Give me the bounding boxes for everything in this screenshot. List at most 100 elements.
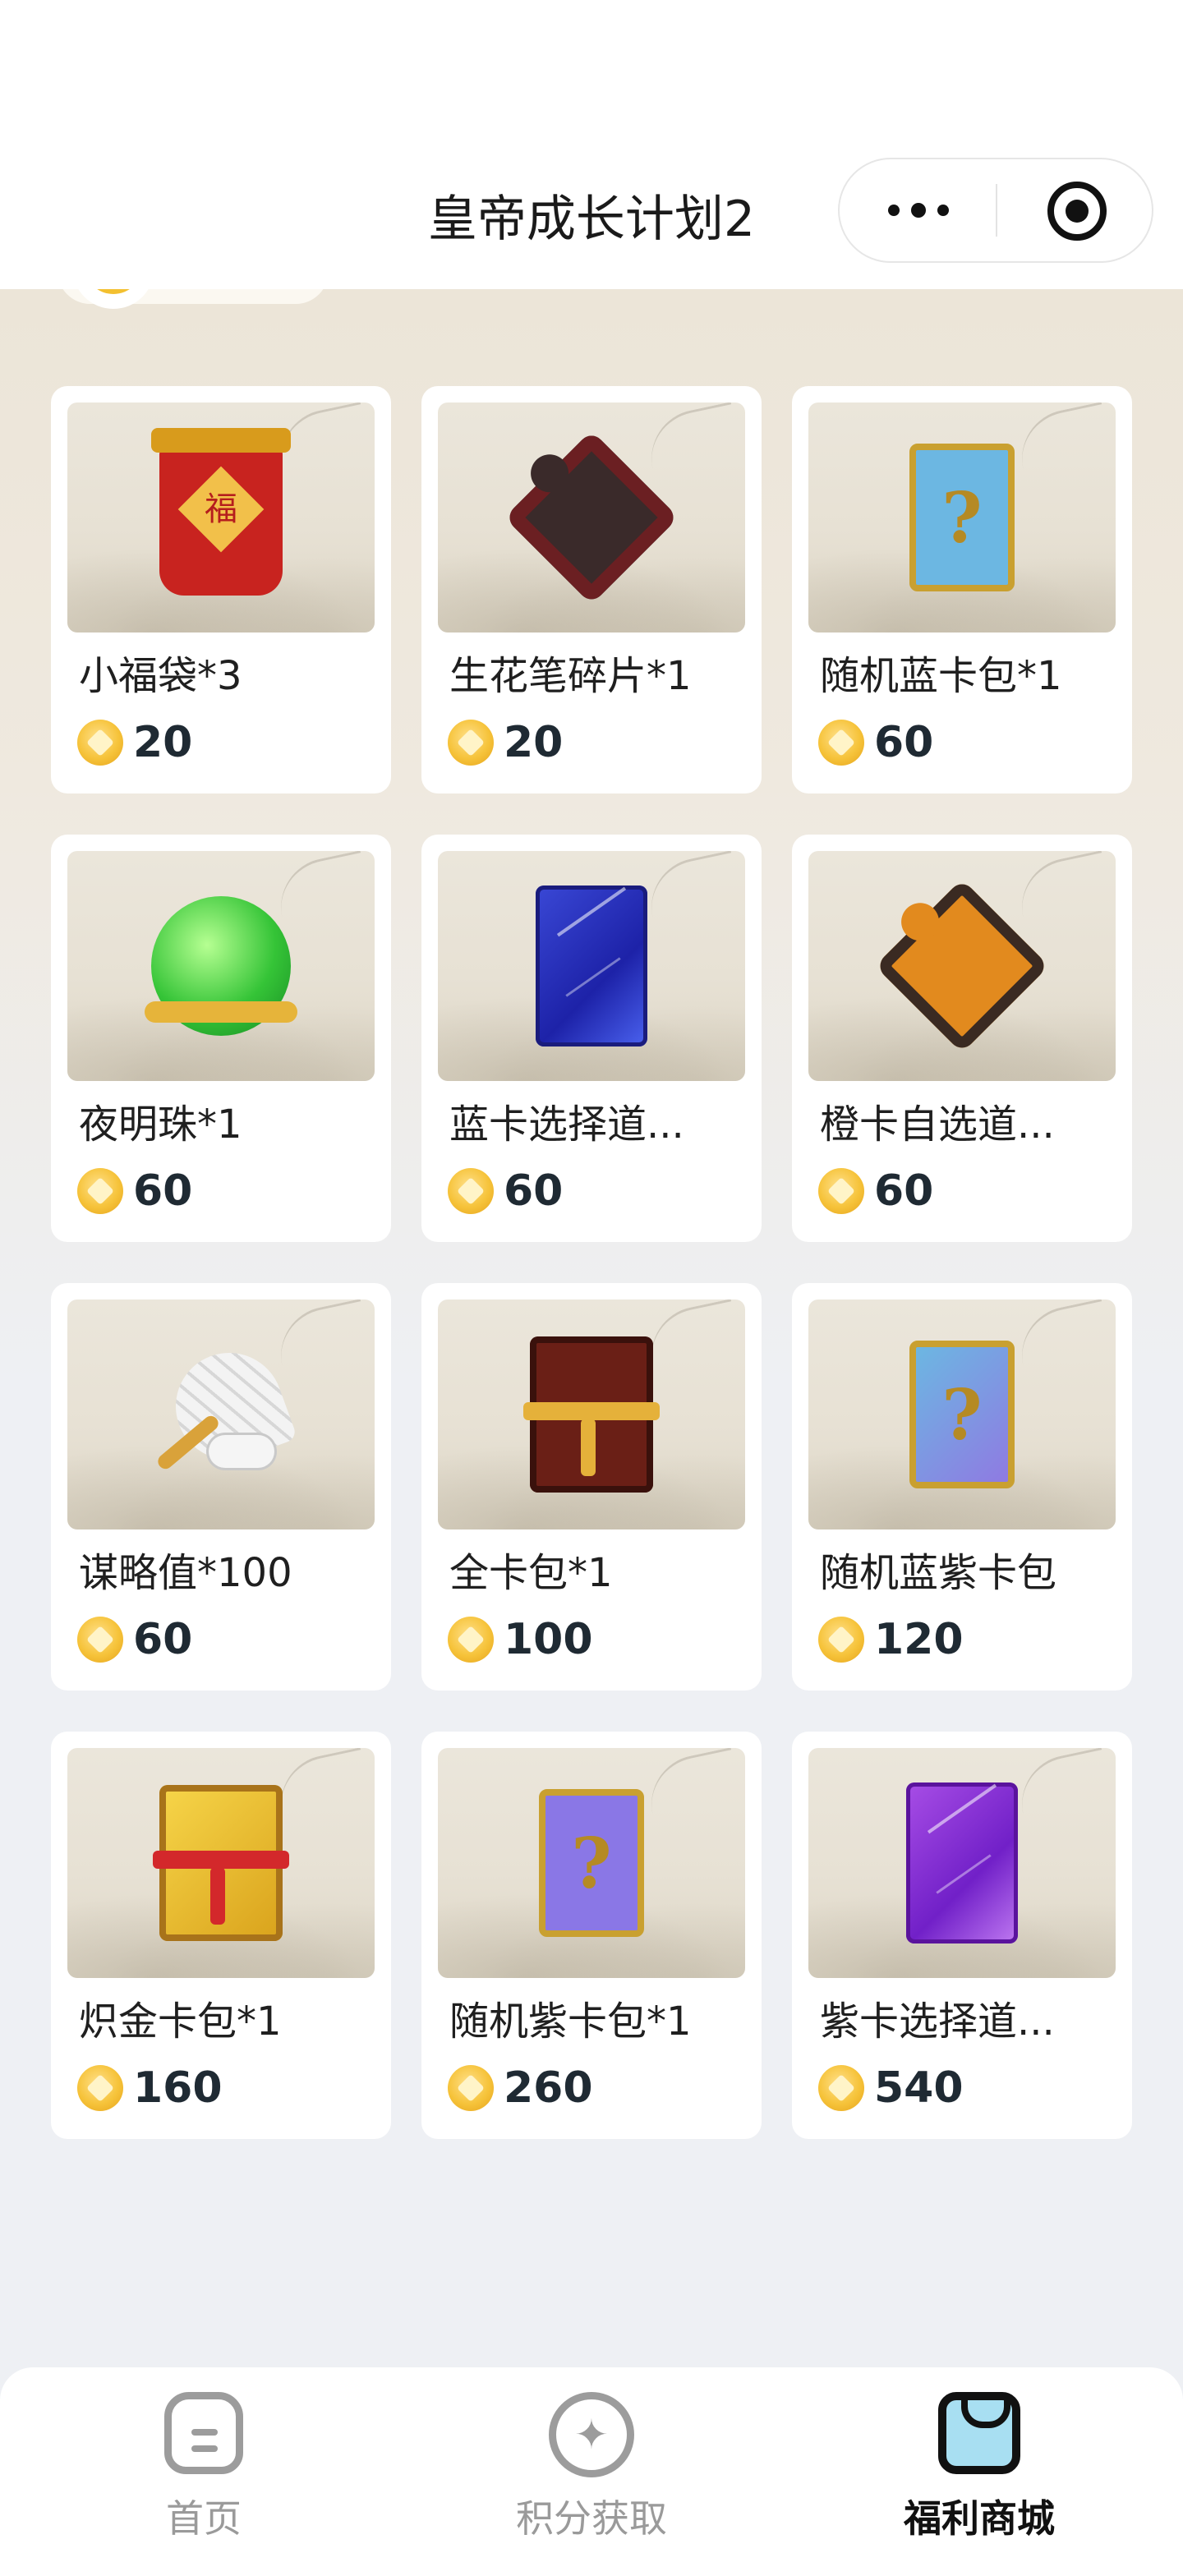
product-price: 20 (504, 718, 564, 767)
product-thumbnail (808, 1748, 1116, 1978)
blue-purple-card-pack-icon: ? (909, 1341, 1015, 1488)
product-thumbnail (438, 851, 745, 1081)
coin-icon (818, 1168, 864, 1214)
tab-label: 福利商城 (904, 2496, 1055, 2541)
night-pearl-icon (145, 896, 297, 1036)
product-price: 100 (504, 1615, 593, 1664)
product-thumbnail (67, 851, 375, 1081)
product-card[interactable]: 福 小福袋*3 20 (51, 386, 391, 794)
coin-icon (448, 2065, 494, 2111)
product-card[interactable]: ? 随机蓝紫卡包 120 (792, 1283, 1132, 1690)
product-name: 随机蓝卡包*1 (820, 653, 1062, 699)
coin-icon (77, 1617, 123, 1663)
price-row: 60 (818, 718, 1116, 767)
coin-icon (448, 1617, 494, 1663)
coin-icon (77, 2065, 123, 2111)
product-thumbnail (67, 1300, 375, 1530)
product-price: 260 (504, 2063, 593, 2113)
blue-card-selector-icon (536, 886, 647, 1046)
price-row: 60 (77, 1615, 375, 1664)
product-name: 谋略值*100 (79, 1550, 292, 1596)
product-name: 生花笔碎片*1 (449, 653, 692, 699)
price-row: 160 (77, 2063, 375, 2113)
product-name: 小福袋*3 (79, 653, 242, 699)
product-card[interactable]: 蓝卡选择道... 60 (421, 835, 762, 1242)
bottom-tab-bar: 首页 积分获取 福利商城 (0, 2367, 1183, 2576)
product-card[interactable]: 全卡包*1 100 (421, 1283, 762, 1690)
product-card[interactable]: 紫卡选择道... 540 (792, 1732, 1132, 2139)
tab-shop[interactable]: 福利商城 (831, 2392, 1127, 2556)
full-card-pack-icon (523, 1336, 660, 1493)
product-card[interactable]: 谋略值*100 60 (51, 1283, 391, 1690)
price-row: 20 (77, 718, 375, 767)
shopping-bag-icon (938, 2392, 1020, 2474)
purple-card-pack-icon: ? (539, 1789, 644, 1937)
product-card[interactable]: 炽金卡包*1 160 (51, 1732, 391, 2139)
product-name: 随机紫卡包*1 (449, 1999, 692, 2045)
product-price: 60 (874, 1166, 934, 1216)
price-row: 60 (818, 1166, 1116, 1216)
price-row: 20 (448, 718, 745, 767)
home-icon (164, 2392, 243, 2474)
more-options-icon[interactable] (840, 159, 997, 261)
product-card[interactable]: 生花笔碎片*1 20 (421, 386, 762, 794)
product-card[interactable]: 夜明珠*1 60 (51, 835, 391, 1242)
price-row: 60 (77, 1166, 375, 1216)
product-card[interactable]: 橙卡自选道... 60 (792, 835, 1132, 1242)
product-price: 20 (133, 718, 193, 767)
product-price: 120 (874, 1615, 964, 1664)
coin-icon (77, 1168, 123, 1214)
coin-icon (818, 720, 864, 766)
product-thumbnail (808, 851, 1116, 1081)
product-thumbnail (67, 1748, 375, 1978)
product-thumbnail: ? (808, 1300, 1116, 1530)
purple-card-selector-icon (906, 1782, 1018, 1944)
product-card[interactable]: ? 随机蓝卡包*1 60 (792, 386, 1132, 794)
coin-icon (818, 1617, 864, 1663)
feather-fan-icon (151, 1337, 298, 1476)
product-thumbnail (438, 1300, 745, 1530)
tab-label: 积分获取 (516, 2496, 667, 2541)
mini-program-capsule (838, 158, 1153, 263)
puzzle-fragment-icon (504, 430, 679, 605)
golden-card-pack-icon (153, 1785, 289, 1941)
tab-home[interactable]: 首页 (56, 2392, 352, 2556)
price-row: 260 (448, 2063, 745, 2113)
product-price: 540 (874, 2063, 964, 2113)
product-thumbnail: ? (438, 1748, 745, 1978)
product-price: 160 (133, 2063, 223, 2113)
price-row: 120 (818, 1615, 1116, 1664)
points-sparkle-icon (549, 2392, 634, 2477)
product-name: 蓝卡选择道... (449, 1102, 684, 1148)
price-row: 100 (448, 1615, 745, 1664)
product-price: 60 (504, 1166, 564, 1216)
product-name: 炽金卡包*1 (79, 1999, 282, 2045)
top-nav-bar: 皇帝成长计划2 (0, 0, 1183, 289)
capsule-divider (996, 184, 997, 237)
product-price: 60 (133, 1166, 193, 1216)
product-card[interactable]: ? 随机紫卡包*1 260 (421, 1732, 762, 2139)
product-thumbnail: ? (808, 402, 1116, 632)
close-mini-program-icon[interactable] (1047, 182, 1107, 241)
coin-icon (448, 1168, 494, 1214)
product-name: 全卡包*1 (449, 1550, 613, 1596)
product-price: 60 (874, 718, 934, 767)
coin-icon (77, 720, 123, 766)
price-row: 540 (818, 2063, 1116, 2113)
price-row: 60 (448, 1166, 745, 1216)
product-name: 夜明珠*1 (79, 1102, 242, 1148)
product-grid: 福 小福袋*3 20 生花笔碎片*1 20 ? 随机蓝卡包*1 60 夜明珠*1… (51, 386, 1132, 2139)
blue-card-pack-icon: ? (909, 444, 1015, 591)
lucky-bag-icon: 福 (151, 428, 291, 596)
coin-icon (448, 720, 494, 766)
product-thumbnail (438, 402, 745, 632)
product-price: 60 (133, 1615, 193, 1664)
product-name: 橙卡自选道... (820, 1102, 1055, 1148)
coin-icon (818, 2065, 864, 2111)
product-name: 紫卡选择道... (820, 1999, 1055, 2045)
product-name: 随机蓝紫卡包 (820, 1550, 1057, 1596)
tab-label: 首页 (166, 2496, 242, 2541)
tab-points[interactable]: 积分获取 (444, 2392, 739, 2556)
product-thumbnail: 福 (67, 402, 375, 632)
orange-card-selector-icon (874, 878, 1050, 1054)
